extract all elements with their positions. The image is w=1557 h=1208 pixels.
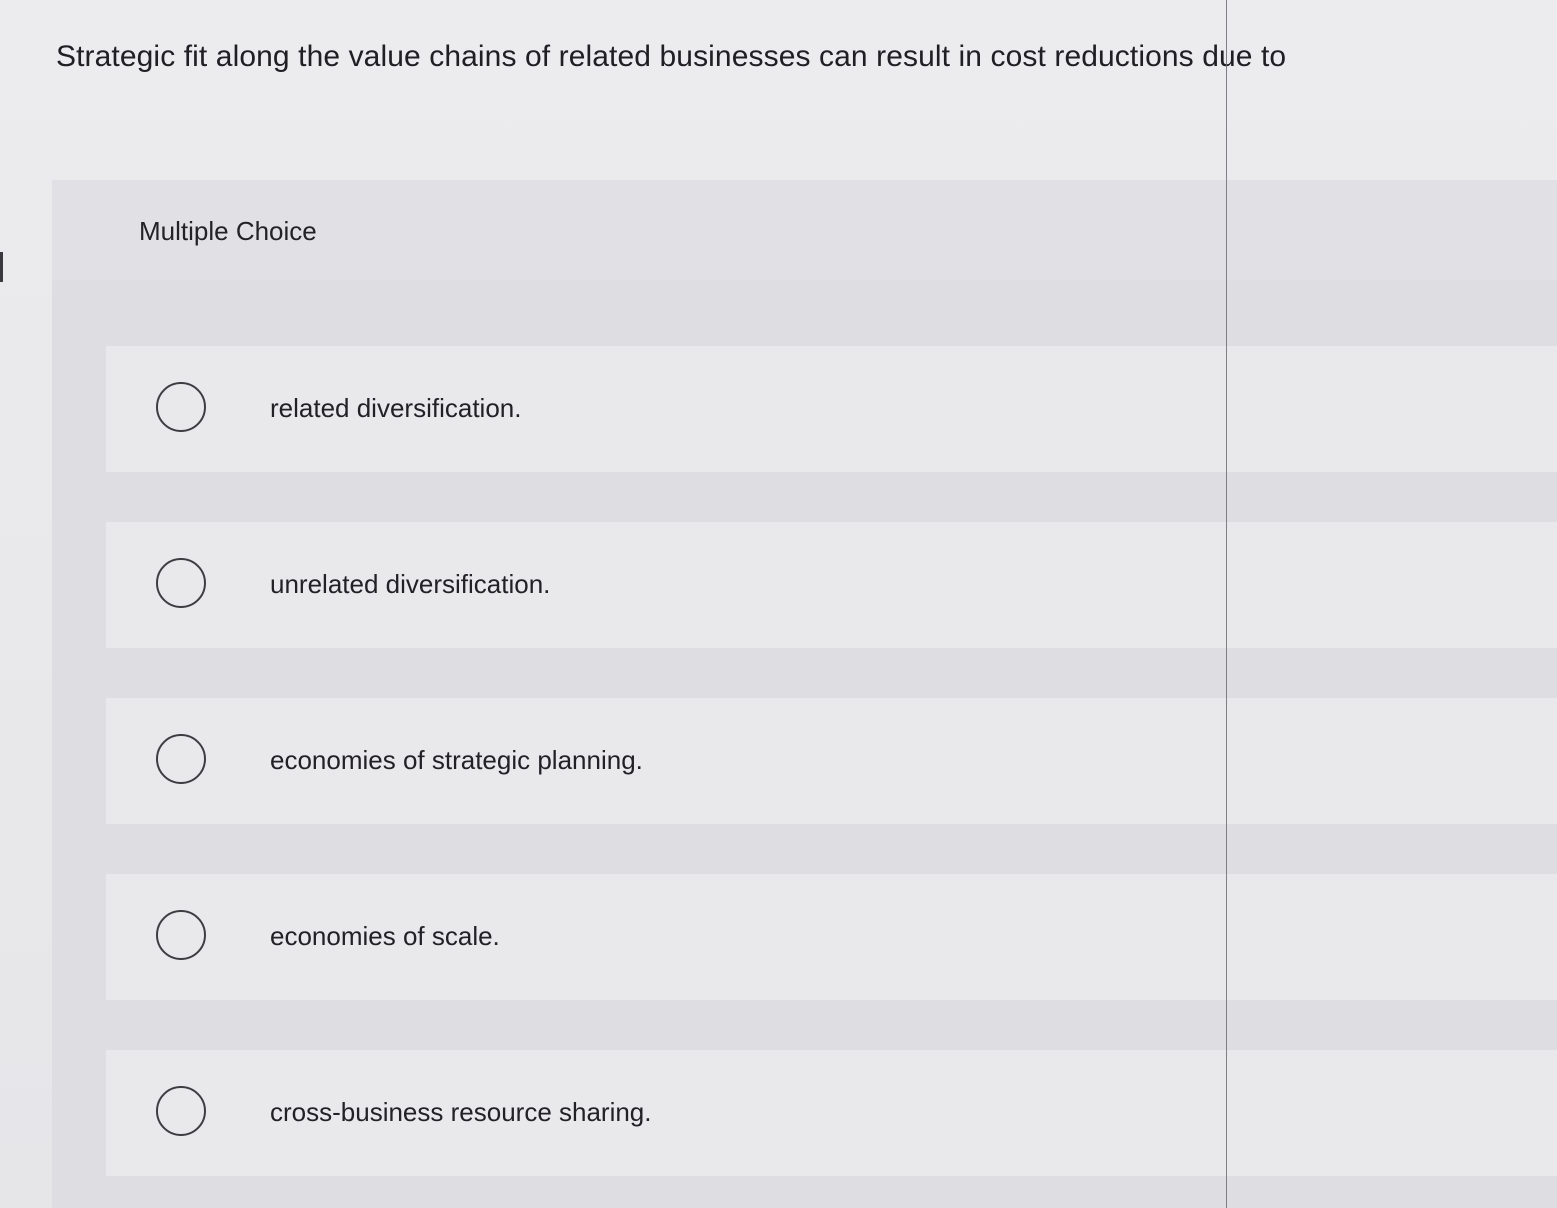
option-unrelated-diversification[interactable]: unrelated diversification.	[106, 522, 1557, 648]
option-related-diversification[interactable]: related diversification.	[106, 346, 1557, 472]
radio-button-icon[interactable]	[156, 734, 206, 784]
screen-divider-line	[1226, 0, 1227, 1208]
quiz-page: Strategic fit along the value chains of …	[0, 0, 1557, 1208]
option-label: unrelated diversification.	[270, 569, 551, 599]
multiple-choice-panel: Multiple Choice related diversification.…	[52, 180, 1557, 1208]
radio-button-icon[interactable]	[156, 910, 206, 960]
option-label: economies of strategic planning.	[270, 745, 643, 775]
radio-button-icon[interactable]	[156, 558, 206, 608]
window-edge-marker	[0, 252, 3, 282]
panel-title: Multiple Choice	[139, 216, 317, 246]
option-economies-of-strategic-planning[interactable]: economies of strategic planning.	[106, 698, 1557, 824]
radio-button-icon[interactable]	[156, 382, 206, 432]
option-label: economies of scale.	[270, 921, 500, 951]
radio-button-icon[interactable]	[156, 1086, 206, 1136]
option-label: related diversification.	[270, 393, 522, 423]
option-cross-business-resource-sharing[interactable]: cross-business resource sharing.	[106, 1050, 1557, 1176]
question-text: Strategic fit along the value chains of …	[56, 40, 1287, 73]
panel-header: Multiple Choice	[52, 180, 1557, 280]
option-economies-of-scale[interactable]: economies of scale.	[106, 874, 1557, 1000]
option-label: cross-business resource sharing.	[270, 1097, 652, 1127]
